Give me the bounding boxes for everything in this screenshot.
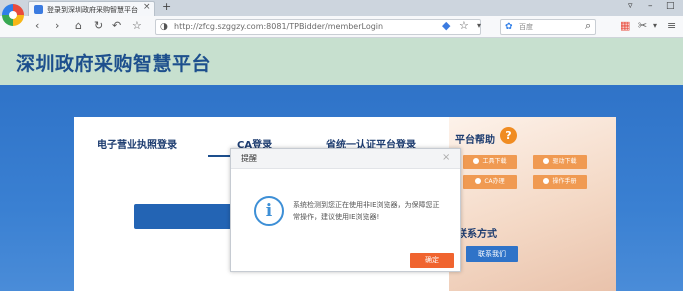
forward-icon[interactable]: › — [55, 20, 59, 32]
driver-download-button[interactable]: 驱动下载 — [533, 155, 587, 169]
favorite-star-icon[interactable]: ☆ — [132, 20, 142, 32]
reload-icon[interactable]: ↻ — [94, 20, 103, 32]
close-icon[interactable]: × — [442, 152, 450, 163]
minimize-button[interactable]: – — [648, 1, 653, 11]
tab-business-license-login[interactable]: 电子营业执照登录 — [97, 136, 177, 151]
tab-close-icon[interactable]: × — [143, 2, 151, 12]
dialog-header: 提醒 × — [231, 149, 460, 169]
manual-label: 操作手册 — [552, 178, 577, 185]
site-title: 深圳政府采购智慧平台 — [16, 53, 212, 75]
contact-us-button[interactable]: 联系我们 — [466, 246, 518, 262]
browser-tab[interactable]: 登录到深圳政府采购智慧平台 — [28, 1, 155, 16]
dropdown-icon[interactable]: ▾ — [653, 20, 657, 32]
home-icon[interactable]: ⌂ — [75, 20, 82, 32]
search-box[interactable]: ✿ 百度 — [500, 19, 596, 35]
tab-favicon-icon — [34, 5, 43, 14]
help-title: 平台帮助 — [455, 135, 495, 146]
address-url: http://zfcg.szggzy.com:8081/TPBidder/mem… — [174, 22, 384, 31]
manual-icon — [543, 178, 550, 184]
browser-logo-icon[interactable] — [2, 4, 24, 26]
undo-icon[interactable]: ↶ — [112, 20, 121, 32]
back-icon[interactable]: ‹ — [35, 20, 39, 32]
dialog-title: 提醒 — [241, 154, 257, 163]
ok-button[interactable]: 确定 — [410, 253, 454, 268]
ca-apply-button[interactable]: CA办理 — [463, 175, 517, 189]
bookmark-star-icon[interactable]: ☆ — [459, 20, 469, 32]
login-button[interactable] — [134, 204, 239, 229]
maximize-button[interactable]: □ — [666, 1, 675, 11]
download-icon — [543, 158, 550, 164]
tab-title: 登录到深圳政府采购智慧平台 — [47, 6, 138, 14]
window-menu-icon[interactable]: ▿ — [628, 1, 633, 11]
search-placeholder: 百度 — [519, 23, 533, 31]
dropdown-icon[interactable]: ▾ — [477, 20, 481, 32]
question-icon: ? — [500, 127, 517, 144]
page-info-icon: ◑ — [160, 22, 168, 32]
baidu-icon: ✿ — [505, 22, 513, 32]
info-icon: i — [254, 196, 284, 226]
tool-download-label: 工具下载 — [482, 158, 507, 165]
apps-icon[interactable]: ▦ — [620, 20, 630, 32]
shield-icon[interactable]: ◆ — [442, 20, 450, 32]
driver-download-label: 驱动下载 — [552, 158, 577, 165]
menu-icon[interactable]: ≡ — [667, 20, 676, 32]
search-icon[interactable]: ⌕ — [585, 20, 591, 32]
ca-apply-label: CA办理 — [484, 178, 505, 185]
download-icon — [473, 158, 480, 164]
manual-button[interactable]: 操作手册 — [533, 175, 587, 189]
ca-icon — [475, 178, 482, 184]
dialog-message: 系统检测到您正在使用非IE浏览器，为保障您正常操作，建议使用IE浏览器! — [293, 201, 440, 221]
scissors-icon[interactable]: ✂ — [638, 20, 647, 32]
new-tab-button[interactable]: + — [162, 0, 171, 13]
site-header: 深圳政府采购智慧平台 — [0, 38, 683, 85]
contact-title: 联系方式 — [457, 229, 497, 240]
warning-dialog: 提醒 × i 系统检测到您正在使用非IE浏览器，为保障您正常操作，建议使用IE浏… — [230, 148, 461, 272]
tool-download-button[interactable]: 工具下载 — [463, 155, 517, 169]
address-bar[interactable]: ◑ http://zfcg.szggzy.com:8081/TPBidder/m… — [155, 19, 481, 35]
